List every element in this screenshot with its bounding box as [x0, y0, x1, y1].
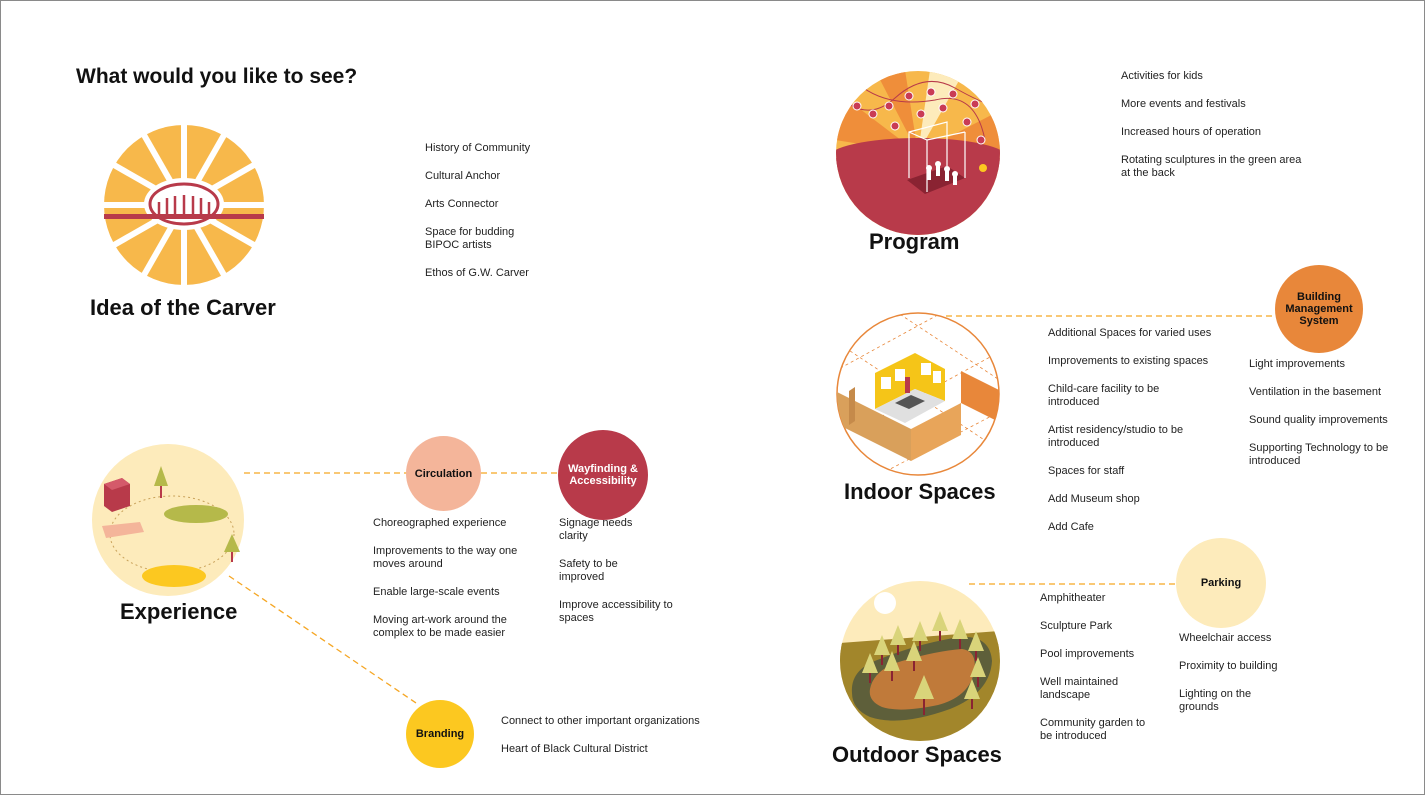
parking-bubble: Parking: [1176, 538, 1266, 628]
list-item: Increased hours of operation: [1121, 126, 1262, 138]
parking-title: Parking: [1200, 577, 1242, 589]
list-item: Activities for kids: [1121, 70, 1203, 82]
outdoor-title: Outdoor Spaces: [832, 742, 1002, 767]
program-title: Program: [869, 229, 960, 254]
branding-bubble: Branding: [406, 700, 474, 768]
canvas: What would you like to see? Idea of the …: [0, 0, 1425, 795]
wayfinding-list: Signage needs clarity Safety to be impro…: [559, 517, 679, 640]
list-item: Well maintained landscape: [1040, 676, 1119, 701]
wayfinding-bubble: Wayfinding & Accessibility: [558, 430, 648, 520]
list-item: Improvements to the way one moves around: [373, 545, 518, 570]
list-item: Sculpture Park: [1040, 620, 1113, 632]
branding-list: Connect to other important organizations…: [501, 715, 741, 771]
wayfinding-title: Wayfinding & Accessibility: [568, 463, 638, 487]
indoor-list: Additional Spaces for varied uses Improv…: [1048, 327, 1238, 549]
list-item: Rotating sculptures in the green area at…: [1121, 154, 1302, 179]
building-management-title: Building Management System: [1285, 291, 1353, 327]
idea-title: Idea of the Carver: [90, 295, 276, 320]
list-item: Wheelchair access: [1179, 632, 1272, 644]
page-heading: What would you like to see?: [76, 65, 358, 88]
list-item: Cultural Anchor: [425, 170, 501, 182]
list-item: More events and festivals: [1121, 98, 1246, 110]
list-item: Proximity to building: [1179, 660, 1278, 672]
branding-title: Branding: [415, 728, 465, 740]
program-list: Activities for kids More events and fest…: [1121, 70, 1321, 195]
list-item: Heart of Black Cultural District: [501, 743, 648, 755]
idea-list: History of Community Cultural Anchor Art…: [425, 142, 565, 295]
list-item: Choreographed experience: [373, 517, 507, 529]
list-item: Arts Connector: [425, 198, 499, 210]
parking-list: Wheelchair access Proximity to building …: [1179, 632, 1299, 729]
site-plan-icon: [92, 444, 244, 596]
sunburst-building-icon: [103, 124, 265, 286]
outdoor-list: Amphitheater Sculpture Park Pool improve…: [1040, 592, 1165, 758]
circulation-bubble: Circulation: [406, 436, 481, 511]
list-item: Add Cafe: [1048, 521, 1094, 533]
park-with-trees-icon: [840, 581, 1000, 741]
list-item: Lighting on the grounds: [1179, 688, 1252, 713]
list-item: Artist residency/studio to be introduced: [1048, 424, 1184, 449]
list-item: Supporting Technology to be introduced: [1249, 442, 1389, 467]
circulation-list: Choreographed experience Improvements to…: [373, 517, 533, 655]
building-management-bubble: Building Management System: [1275, 265, 1363, 353]
building-management-list: Light improvements Ventilation in the ba…: [1249, 358, 1419, 483]
list-item: Safety to be improved: [559, 558, 618, 583]
list-item: Child-care facility to be introduced: [1048, 383, 1160, 408]
list-item: Add Museum shop: [1048, 493, 1140, 505]
list-item: Ethos of G.W. Carver: [425, 267, 529, 279]
stage-with-lights-icon: [836, 71, 1000, 235]
list-item: Moving art-work around the complex to be…: [373, 614, 507, 639]
list-item: Additional Spaces for varied uses: [1048, 327, 1212, 339]
list-item: History of Community: [425, 142, 531, 154]
isometric-room-icon: [836, 312, 1000, 476]
list-item: Sound quality improvements: [1249, 414, 1388, 426]
list-item: Improvements to existing spaces: [1048, 355, 1209, 367]
list-item: Signage needs clarity: [559, 517, 633, 542]
list-item: Space for budding BIPOC artists: [425, 226, 515, 251]
list-item: Improve accessibility to spaces: [559, 599, 673, 624]
list-item: Community garden to be introduced: [1040, 717, 1146, 742]
list-item: Pool improvements: [1040, 648, 1135, 660]
indoor-title: Indoor Spaces: [844, 479, 996, 504]
list-item: Light improvements: [1249, 358, 1345, 370]
list-item: Spaces for staff: [1048, 465, 1125, 477]
list-item: Amphitheater: [1040, 592, 1106, 604]
experience-title: Experience: [120, 599, 238, 624]
list-item: Enable large-scale events: [373, 586, 500, 598]
circulation-title: Circulation: [414, 467, 473, 480]
list-item: Ventilation in the basement: [1249, 386, 1382, 398]
list-item: Connect to other important organizations: [501, 715, 700, 727]
